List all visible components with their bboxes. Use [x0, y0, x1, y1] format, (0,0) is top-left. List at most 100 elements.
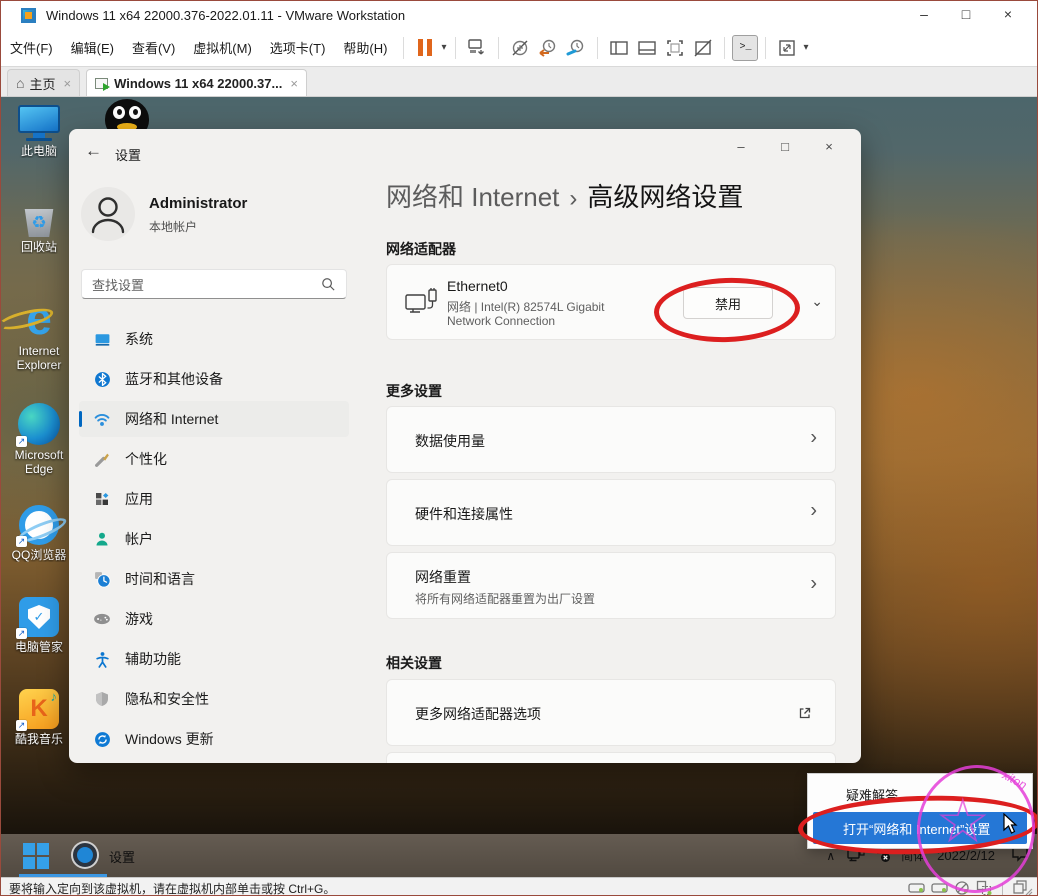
menu-item-open-network-settings[interactable]: 打开“网络和 Internet”设置 — [813, 812, 1027, 844]
tray-ethernet-icon[interactable] — [847, 848, 865, 864]
user-account-type: 本地帐户 — [149, 218, 197, 235]
clock-icon — [93, 570, 111, 588]
desktop-icon-microsoft-edge[interactable]: ↗ Microsoft Edge — [4, 403, 74, 482]
sidebar-item-accessibility[interactable]: 辅助功能 — [79, 641, 349, 677]
toolbar-separator — [403, 37, 404, 59]
tab-close-icon[interactable]: × — [290, 76, 298, 91]
network-context-menu: 疑难解答 打开“网络和 Internet”设置 — [807, 773, 1033, 849]
breadcrumb-current: 高级网络设置 — [587, 182, 743, 212]
cdrom-status-icon[interactable] — [954, 880, 971, 896]
tab-vm-label: Windows 11 x64 22000.37... — [114, 76, 282, 91]
menu-vm[interactable]: 虚拟机(M) — [184, 34, 261, 61]
stretch-dropdown-caret[interactable]: ▾ — [801, 42, 810, 53]
chevron-down-icon[interactable]: ⌄ — [811, 293, 823, 310]
sidebar-item-accounts[interactable]: 帐户 — [79, 521, 349, 557]
back-arrow-icon[interactable]: ← — [85, 141, 102, 161]
section-more-settings: 更多设置 — [386, 381, 442, 401]
hard-disk2-status-icon[interactable] — [931, 880, 949, 896]
suspend-vm-button[interactable] — [411, 34, 439, 62]
toolbar-separator — [498, 37, 499, 59]
sidebar-item-system[interactable]: 系统 — [79, 321, 349, 357]
stretch-guest-button[interactable] — [773, 34, 801, 62]
vmware-titlebar: Windows 11 x64 22000.376-2022.01.11 - VM… — [1, 1, 1037, 29]
internet-explorer-icon: e — [4, 295, 74, 341]
settings-minimize-button[interactable]: – — [719, 135, 763, 161]
sidebar-item-windows-update[interactable]: Windows 更新 — [79, 721, 349, 757]
status-hint: 要将输入定向到该虚拟机，请在虚拟机内部单击或按 Ctrl+G。 — [9, 880, 335, 896]
revert-snapshot-button[interactable] — [534, 34, 562, 62]
sidebar-item-privacy-security[interactable]: 隐私和安全性 — [79, 681, 349, 717]
window-minimize-button[interactable]: – — [903, 1, 945, 29]
window-close-button[interactable]: × — [987, 1, 1029, 29]
search-icon — [321, 277, 336, 292]
manage-snapshots-button[interactable] — [562, 34, 590, 62]
tray-overflow-chevron[interactable]: ∧ — [826, 849, 835, 863]
desktop-icon-qq-browser[interactable]: ↗ QQ浏览器 — [4, 505, 74, 562]
desktop-icon-internet-explorer[interactable]: e Internet Explorer — [4, 295, 74, 378]
card-more-adapter-options[interactable]: 更多网络适配器选项 — [386, 679, 836, 746]
show-library-button[interactable] — [605, 34, 633, 62]
vmware-menubar: 文件(F) 编辑(E) 查看(V) 虚拟机(M) 选项卡(T) 帮助(H) ▾ — [1, 29, 1037, 67]
menu-view[interactable]: 查看(V) — [123, 34, 184, 61]
desktop-icon-kuwo-music[interactable]: K♪↗ 酷我音乐 — [4, 689, 74, 746]
selected-indicator — [79, 411, 82, 427]
sidebar-item-bluetooth[interactable]: 蓝牙和其他设备 — [79, 361, 349, 397]
tab-home[interactable]: ⌂ 主页 × — [7, 69, 80, 96]
settings-window-title: 设置 — [115, 145, 141, 164]
tray-ime-label[interactable]: 简体 — [901, 847, 925, 864]
take-snapshot-button[interactable] — [506, 34, 534, 62]
sidebar-item-time-language[interactable]: 时间和语言 — [79, 561, 349, 597]
settings-maximize-button[interactable]: □ — [763, 135, 807, 161]
toolbar-separator — [765, 37, 766, 59]
show-thumbnail-bar-button[interactable] — [633, 34, 661, 62]
adapter-description-line1: 网络 | Intel(R) 82574L Gigabit — [447, 298, 604, 315]
fullscreen-button[interactable] — [661, 34, 689, 62]
settings-taskbar-icon[interactable] — [73, 843, 97, 867]
brush-icon — [93, 450, 111, 468]
section-network-adapters: 网络适配器 — [386, 239, 456, 259]
disable-adapter-button[interactable]: 禁用 — [683, 287, 773, 319]
menu-tabs[interactable]: 选项卡(T) — [261, 34, 335, 61]
settings-window: ← 设置 – □ × Administrator 本地帐户 查找设置 系统 — [69, 129, 861, 763]
sidebar-item-personalization[interactable]: 个性化 — [79, 441, 349, 477]
tab-close-icon[interactable]: × — [63, 76, 71, 91]
start-button[interactable] — [23, 843, 49, 869]
card-network-reset[interactable]: 网络重置 将所有网络适配器重置为出厂设置 › — [386, 552, 836, 619]
pc-manager-icon: ✓↗ — [4, 597, 74, 637]
breadcrumb-separator: › — [559, 185, 587, 212]
tray-date[interactable]: 2022/2/12 — [937, 848, 995, 863]
desktop-icon-recycle-bin[interactable]: ♻ 回收站 — [4, 209, 74, 254]
network-status-icon[interactable] — [976, 880, 994, 896]
home-icon: ⌂ — [16, 75, 24, 91]
console-view-button[interactable]: >_ — [732, 35, 758, 61]
tray-no-network-icon[interactable] — [875, 848, 891, 864]
unity-mode-button[interactable] — [689, 34, 717, 62]
hard-disk-status-icon[interactable] — [908, 880, 926, 896]
suspend-dropdown-caret[interactable]: ▾ — [439, 42, 448, 53]
person-icon — [93, 530, 111, 548]
breadcrumb-parent[interactable]: 网络和 Internet — [386, 182, 559, 212]
desktop-icon-this-pc[interactable]: 此电脑 — [4, 105, 74, 158]
settings-close-button[interactable]: × — [807, 135, 851, 161]
card-data-usage[interactable]: 数据使用量 › — [386, 406, 836, 473]
menu-item-troubleshoot[interactable]: 疑难解答 — [846, 785, 898, 804]
avatar[interactable] — [81, 187, 135, 241]
tab-vm[interactable]: Windows 11 x64 22000.37... × — [86, 69, 307, 96]
desktop-icon-pc-manager[interactable]: ✓↗ 电脑管家 — [4, 597, 74, 654]
page-title: 网络和 Internet›高级网络设置 — [386, 177, 743, 214]
sidebar-item-apps[interactable]: 应用 — [79, 481, 349, 517]
menu-help[interactable]: 帮助(H) — [334, 34, 396, 61]
vm-running-icon — [95, 78, 108, 89]
send-ctrl-alt-del-button[interactable] — [463, 34, 491, 62]
menu-edit[interactable]: 编辑(E) — [62, 34, 123, 61]
window-maximize-button[interactable]: □ — [945, 1, 987, 29]
card-hardware-properties[interactable]: 硬件和连接属性 › — [386, 479, 836, 546]
qq-browser-icon: ↗ — [4, 505, 74, 545]
vm-display: 此电脑 ♻ 回收站 e Internet Explorer ↗ Microsof… — [1, 97, 1038, 877]
sidebar-item-gaming[interactable]: 游戏 — [79, 601, 349, 637]
taskbar-app-label[interactable]: 设置 — [109, 847, 135, 866]
sidebar-item-network-internet[interactable]: 网络和 Internet — [79, 401, 349, 437]
restore-corner-icon[interactable] — [1011, 879, 1033, 896]
search-input[interactable]: 查找设置 — [81, 269, 347, 299]
menu-file[interactable]: 文件(F) — [1, 34, 62, 61]
